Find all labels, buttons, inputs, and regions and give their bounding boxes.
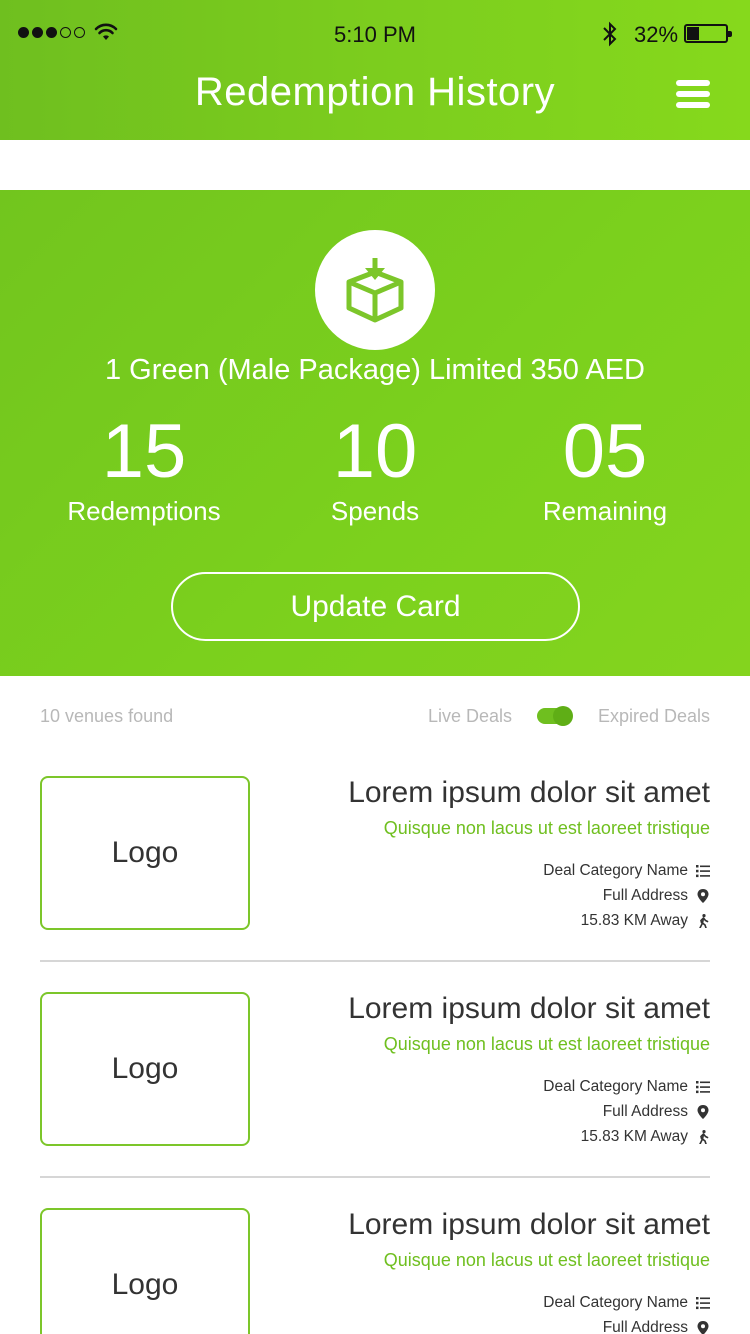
stat-spends: 10 Spends — [260, 410, 490, 527]
walking-icon — [699, 1130, 709, 1144]
stat-value: 10 — [332, 409, 418, 494]
venue-category: Deal Category Name — [543, 1294, 710, 1312]
venues-found-count: 10 venues found — [40, 706, 174, 726]
venue-address: Full Address — [603, 1103, 710, 1121]
venue-address-text: Full Address — [602, 1103, 688, 1120]
battery-icon — [684, 24, 732, 43]
location-pin-icon — [697, 1321, 709, 1334]
deals-filter-bar: 10 venues found Live Deals Expired Deals — [40, 704, 710, 732]
box-download-icon — [346, 258, 404, 323]
divider — [40, 960, 710, 962]
package-badge — [315, 230, 435, 350]
venue-address-text: Full Address — [602, 887, 688, 904]
venue-category-text: Deal Category Name — [543, 1078, 688, 1095]
location-pin-icon — [697, 1105, 709, 1119]
update-card-button[interactable]: Update Card — [171, 572, 580, 641]
venue-title: Lorem ipsum dolor sit amet — [348, 776, 710, 809]
venue-title: Lorem ipsum dolor sit amet — [348, 992, 710, 1025]
walking-icon — [699, 914, 709, 928]
venue-subtitle: Quisque non lacus ut est laoreet tristiq… — [383, 1034, 710, 1054]
venue-list-item[interactable]: Logo Lorem ipsum dolor sit amet Quisque … — [40, 1208, 710, 1334]
location-pin-icon — [697, 889, 709, 903]
venue-logo: Logo — [40, 1208, 250, 1334]
venue-distance: 15.83 KM Away — [581, 1128, 710, 1146]
deals-toggle[interactable] — [537, 706, 573, 726]
venue-title: Lorem ipsum dolor sit amet — [348, 1208, 710, 1241]
status-bar: 5:10 PM 32% — [0, 0, 750, 66]
venue-list-item[interactable]: Logo Lorem ipsum dolor sit amet Quisque … — [40, 992, 710, 1178]
venue-logo: Logo — [40, 776, 250, 930]
venue-category-text: Deal Category Name — [543, 862, 688, 879]
stat-redemptions: 15 Redemptions — [29, 410, 259, 527]
venue-address-text: Full Address — [602, 1319, 688, 1334]
bluetooth-icon — [603, 21, 617, 47]
list-icon — [696, 1081, 710, 1094]
venue-distance-text: 15.83 KM Away — [580, 912, 688, 929]
venue-list-item[interactable]: Logo Lorem ipsum dolor sit amet Quisque … — [40, 776, 710, 962]
venue-address: Full Address — [603, 887, 710, 905]
venue-logo: Logo — [40, 992, 250, 1146]
stat-value: 05 — [562, 409, 648, 494]
venue-category: Deal Category Name — [543, 862, 710, 880]
package-summary-card: 1 Green (Male Package) Limited 350 AED 1… — [0, 190, 750, 676]
list-icon — [696, 865, 710, 878]
battery-percent: 32% — [634, 22, 679, 47]
divider — [40, 1176, 710, 1178]
venue-distance: 15.83 KM Away — [581, 912, 710, 930]
app-header: 5:10 PM 32% Redemption History — [0, 0, 750, 140]
package-name: 1 Green (Male Package) Limited 350 AED — [105, 354, 645, 386]
venue-address: Full Address — [603, 1319, 710, 1334]
venue-subtitle: Quisque non lacus ut est laoreet tristiq… — [383, 818, 710, 838]
venue-category-text: Deal Category Name — [543, 1294, 688, 1311]
stat-remaining: 05 Remaining — [490, 410, 720, 527]
expired-deals-label[interactable]: Expired Deals — [598, 706, 710, 727]
stat-label: Remaining — [542, 496, 668, 526]
list-icon — [696, 1297, 710, 1310]
hamburger-menu-icon[interactable] — [676, 80, 710, 108]
venue-subtitle: Quisque non lacus ut est laoreet tristiq… — [383, 1250, 710, 1270]
venue-category: Deal Category Name — [543, 1078, 710, 1096]
venue-distance-text: 15.83 KM Away — [580, 1128, 688, 1145]
page-title: Redemption History — [194, 70, 556, 114]
live-deals-label[interactable]: Live Deals — [428, 706, 512, 727]
stat-label: Redemptions — [67, 496, 221, 526]
stat-value: 15 — [101, 409, 187, 494]
stat-label: Spends — [330, 496, 420, 526]
